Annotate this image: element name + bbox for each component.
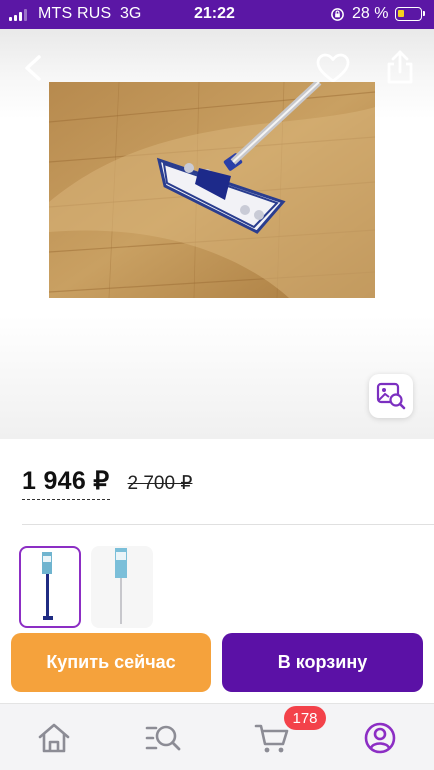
battery-percent: 28 % (352, 5, 389, 22)
buy-now-button[interactable]: Купить сейчас (11, 633, 211, 692)
heart-icon[interactable] (314, 50, 352, 86)
status-bar: MTS RUS 3G 21:22 28 % (0, 0, 434, 29)
battery-icon (395, 7, 425, 21)
rotation-lock-icon (331, 8, 344, 21)
tab-profile[interactable] (360, 718, 400, 758)
home-icon (38, 723, 70, 753)
add-to-cart-button[interactable]: В корзину (222, 633, 423, 692)
current-price[interactable]: 1 946 ₽ (22, 466, 110, 500)
cart-count-badge: 178 (284, 706, 326, 730)
tab-catalog[interactable] (143, 718, 183, 758)
product-screen: MTS RUS 3G 21:22 28 % 1 946 ₽ 2 700 ₽ Ку… (0, 0, 434, 770)
clock: 21:22 (194, 5, 235, 22)
variant-thumbnail[interactable] (91, 546, 153, 628)
divider (22, 524, 434, 525)
image-search-icon (376, 382, 406, 410)
carrier-name: MTS RUS (38, 5, 112, 22)
mop-on-floor-picture (49, 82, 375, 298)
product-image[interactable] (49, 82, 375, 298)
tab-home[interactable] (34, 718, 74, 758)
image-search-button[interactable] (369, 374, 413, 418)
signal-icon (9, 9, 27, 21)
mop-thumbnail-picture (42, 552, 53, 620)
cart-icon (254, 724, 289, 753)
variant-thumbnail[interactable] (19, 546, 81, 628)
old-price: 2 700 ₽ (127, 473, 193, 494)
profile-icon (364, 722, 396, 754)
mop-thumbnail-picture (115, 548, 127, 624)
catalog-search-icon (145, 725, 181, 751)
price-row: 1 946 ₽ 2 700 ₽ (22, 466, 192, 500)
tab-bar (0, 703, 434, 770)
share-icon[interactable] (384, 48, 416, 86)
chevron-left-icon[interactable] (18, 50, 48, 86)
network-type: 3G (120, 5, 142, 22)
